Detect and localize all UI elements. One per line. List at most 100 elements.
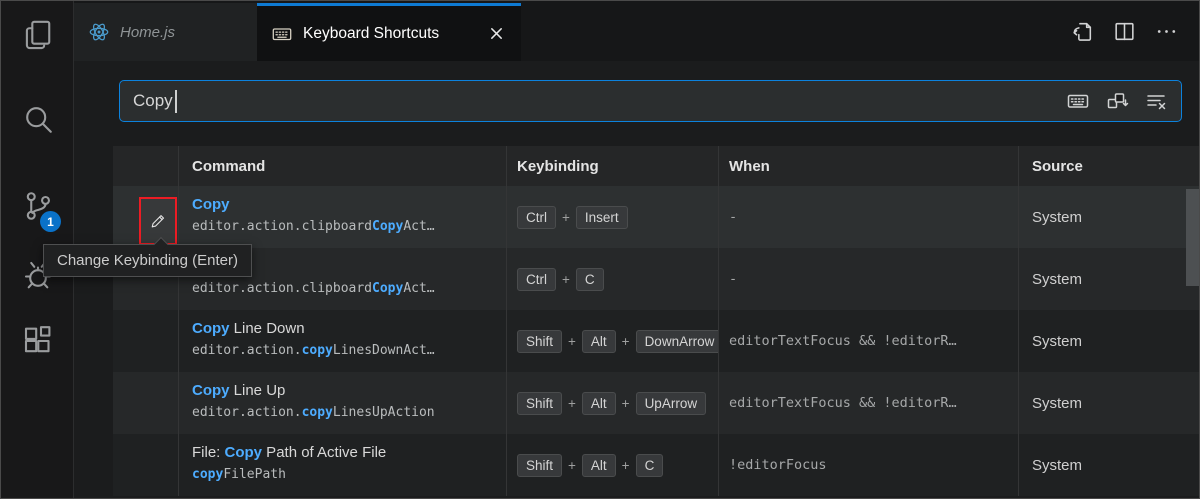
tab-keyboard-shortcuts[interactable]: Keyboard Shortcuts [257, 3, 521, 61]
keyboard-icon [271, 23, 293, 45]
key-chip: Alt [582, 454, 616, 477]
sort-by-precedence-icon[interactable] [1105, 89, 1129, 113]
key-chip: UpArrow [636, 392, 707, 415]
table-row[interactable]: File: Copy Path of Active File copyFileP… [113, 434, 1200, 496]
split-editor-icon[interactable] [1112, 19, 1137, 44]
text-cursor [175, 90, 177, 113]
table-row[interactable]: Copy Line Down editor.action.copyLinesDo… [113, 310, 1200, 372]
more-actions-icon[interactable] [1154, 19, 1179, 44]
key-separator: + [622, 396, 630, 411]
keybinding-cell: Shift + Alt + UpArrow [506, 372, 718, 434]
react-icon [88, 21, 110, 43]
sidebar-item-search[interactable] [16, 97, 60, 141]
row-actions-cell [113, 186, 178, 248]
extensions-icon [20, 323, 56, 359]
tooltip-text: Change Keybinding (Enter) [57, 252, 238, 269]
tooltip: Change Keybinding (Enter) [43, 244, 252, 277]
key-separator: + [568, 396, 576, 411]
key-chip: C [576, 268, 604, 291]
clear-sorting-icon[interactable] [1144, 89, 1168, 113]
header-source: Source [1018, 146, 1200, 186]
open-changes-icon[interactable] [1070, 19, 1095, 44]
key-chip: Ctrl [517, 268, 556, 291]
tab-bar: Home.js Keyboard Shortcuts [74, 1, 1199, 61]
command-id: editor.action.copyLinesDownAct… [192, 340, 506, 361]
key-chip: Alt [582, 330, 616, 353]
close-icon [489, 26, 504, 41]
key-chip: C [636, 454, 664, 477]
sidebar-item-source-control[interactable]: 1 [16, 184, 60, 228]
header-keybinding: Keybinding [506, 146, 718, 186]
row-actions-cell [113, 310, 178, 372]
command-title: Copy [192, 194, 506, 216]
source-cell: System [1018, 372, 1200, 434]
header-actions [113, 146, 178, 186]
command-cell: Copy Line Down editor.action.copyLinesDo… [178, 310, 506, 372]
key-separator: + [562, 210, 570, 225]
header-when: When [718, 146, 1018, 186]
key-chip: Alt [582, 392, 616, 415]
when-cell: editorTextFocus && !editorR… [718, 372, 1018, 434]
command-id: copyFilePath [192, 464, 506, 485]
vscode-window: Home.js Keyboard Shortcuts [0, 0, 1200, 499]
command-cell: Copy editor.action.clipboardCopyAct… [178, 186, 506, 248]
command-id: editor.action.clipboardCopyAct… [192, 216, 506, 237]
key-separator: + [568, 334, 576, 349]
search-input[interactable]: Copy [119, 80, 1182, 122]
row-actions-cell [113, 372, 178, 434]
key-chip: Shift [517, 330, 562, 353]
vertical-scrollbar-thumb[interactable] [1186, 189, 1199, 286]
key-separator: + [622, 458, 630, 473]
keyboard-shortcuts-editor: Copy [74, 61, 1199, 498]
keybindings-table: Command Keybinding When Source Copy edit… [113, 146, 1200, 496]
keybinding-cell: Ctrl + Insert [506, 186, 718, 248]
source-cell: System [1018, 434, 1200, 496]
key-chip: Shift [517, 392, 562, 415]
source-cell: System [1018, 186, 1200, 248]
row-actions-cell [113, 434, 178, 496]
search-icon [20, 101, 56, 137]
pencil-icon [149, 212, 168, 231]
command-title: Copy Line Up [192, 380, 506, 402]
table-row[interactable]: Copy editor.action.clipboardCopyAct… Ctr… [113, 248, 1200, 310]
files-icon [20, 17, 56, 53]
header-command: Command [178, 146, 506, 186]
when-cell: !editorFocus [718, 434, 1018, 496]
record-keys-icon[interactable] [1066, 89, 1090, 113]
table-row[interactable]: Copy Line Up editor.action.copyLinesUpAc… [113, 372, 1200, 434]
command-cell: File: Copy Path of Active File copyFileP… [178, 434, 506, 496]
command-cell: Copy Line Up editor.action.copyLinesUpAc… [178, 372, 506, 434]
source-control-badge: 1 [40, 211, 61, 232]
key-separator: + [622, 334, 630, 349]
keybinding-cell: Ctrl + C [506, 248, 718, 310]
table-row[interactable]: Copy editor.action.clipboardCopyAct… Ctr… [113, 186, 1200, 248]
command-title: File: Copy Path of Active File [192, 442, 506, 464]
tab-home-js[interactable]: Home.js [74, 3, 257, 61]
key-separator: + [562, 272, 570, 287]
tab-label: Home.js [120, 24, 175, 41]
sidebar-item-explorer[interactable] [16, 13, 60, 57]
table-header: Command Keybinding When Source [113, 146, 1200, 186]
keybinding-cell: Shift + Alt + DownArrow [506, 310, 718, 372]
key-chip: Ctrl [517, 206, 556, 229]
when-cell: editorTextFocus && !editorR… [718, 310, 1018, 372]
when-cell: - [718, 248, 1018, 310]
keybinding-cell: Shift + Alt + C [506, 434, 718, 496]
annotation-highlight-box [139, 197, 177, 245]
search-value: Copy [133, 91, 173, 111]
change-keybinding-button[interactable] [141, 199, 175, 243]
command-id: editor.action.clipboardCopyAct… [192, 278, 506, 299]
sidebar-item-extensions[interactable] [16, 319, 60, 363]
tab-label: Keyboard Shortcuts [303, 25, 439, 43]
key-chip: DownArrow [636, 330, 718, 353]
key-chip: Shift [517, 454, 562, 477]
editor-actions [1070, 1, 1179, 61]
command-title: Copy Line Down [192, 318, 506, 340]
when-cell: - [718, 186, 1018, 248]
table-body: Copy editor.action.clipboardCopyAct… Ctr… [113, 186, 1200, 496]
key-chip: Insert [576, 206, 628, 229]
close-tab-button[interactable] [485, 23, 507, 45]
key-separator: + [568, 458, 576, 473]
source-cell: System [1018, 310, 1200, 372]
command-id: editor.action.copyLinesUpAction [192, 402, 506, 423]
